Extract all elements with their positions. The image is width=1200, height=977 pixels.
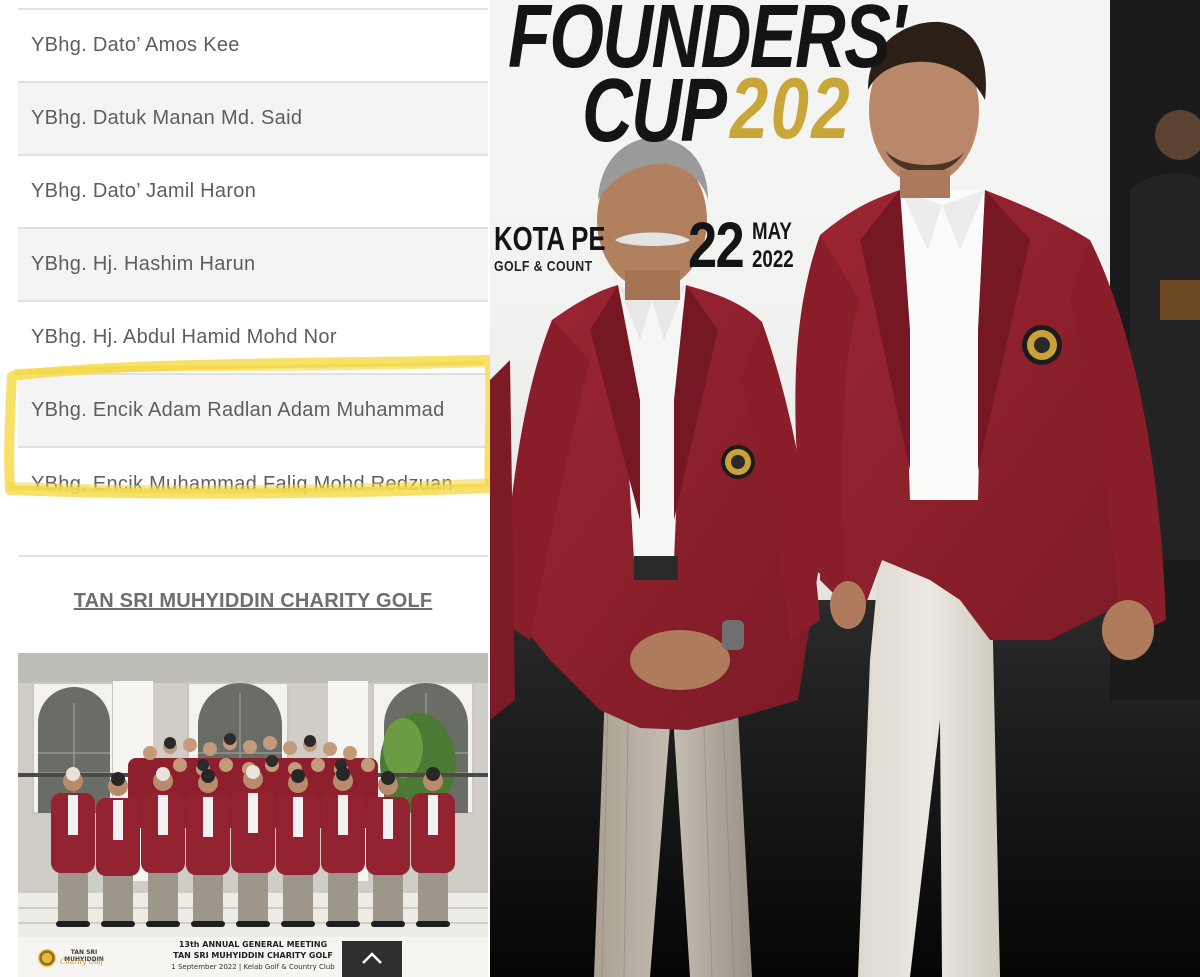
logo-emblem-icon — [38, 949, 56, 967]
list-item[interactable]: YBhg. Hj. Abdul Hamid Mohd Nor — [18, 302, 488, 375]
list-item-label: YBhg. Dato’ Amos Kee — [31, 34, 240, 56]
banner-date-year: 2022 — [752, 246, 794, 273]
chevron-up-icon — [362, 952, 382, 964]
scroll-to-top-button[interactable] — [342, 941, 402, 977]
committee-name-list: YBhg. Dato’ Amos Kee YBhg. Datuk Manan M… — [18, 8, 488, 521]
logo-text: Charity Golf — [60, 958, 104, 966]
list-item-label: YBhg. Hj. Abdul Hamid Mohd Nor — [31, 326, 337, 348]
list-item-highlighted[interactable]: YBhg. Encik Adam Radlan Adam Muhammad — [18, 375, 488, 448]
event-photo: FOUNDERS' CUP 202 KOTA PE GOLF & COUNT 2… — [490, 0, 1200, 977]
list-item-label: YBhg. Encik Muhammad Faliq Mohd Redzuan — [31, 473, 453, 495]
list-item[interactable]: YBhg. Dato’ Amos Kee — [18, 10, 488, 83]
list-item-label: YBhg. Dato’ Jamil Haron — [31, 180, 257, 202]
banner-date-month: MAY — [752, 218, 792, 245]
charity-golf-link[interactable]: TAN SRI MUHYIDDIN CHARITY GOLF — [18, 590, 488, 613]
photo-caption: 13th ANNUAL GENERAL MEETING TAN SRI MUHY… — [18, 937, 488, 977]
banner-date-day: 22 — [688, 209, 745, 281]
list-item-label: YBhg. Hj. Hashim Harun — [31, 253, 256, 275]
divider — [18, 555, 488, 557]
banner-year: 202 — [730, 61, 852, 157]
group-photo: 13th ANNUAL GENERAL MEETING TAN SRI MUHY… — [18, 653, 488, 977]
list-item[interactable]: YBhg. Dato’ Jamil Haron — [18, 156, 488, 229]
list-item[interactable]: YBhg. Hj. Hashim Harun — [18, 229, 488, 302]
banner-venue: KOTA PE — [494, 220, 606, 257]
list-item[interactable]: YBhg. Encik Muhammad Faliq Mohd Redzuan — [18, 448, 488, 521]
charity-golf-logo: TAN SRI MUHYIDDIN Charity Golf — [38, 943, 108, 973]
list-item-label: YBhg. Datuk Manan Md. Said — [31, 107, 303, 129]
left-webpage-panel: YBhg. Dato’ Amos Kee YBhg. Datuk Manan M… — [0, 0, 490, 977]
group-photo-image — [18, 653, 488, 977]
banner-venue-sub: GOLF & COUNT — [494, 258, 593, 275]
list-item-label: YBhg. Encik Adam Radlan Adam Muhammad — [31, 399, 445, 421]
banner-title-cup: CUP — [582, 61, 727, 161]
list-item[interactable]: YBhg. Datuk Manan Md. Said — [18, 83, 488, 156]
